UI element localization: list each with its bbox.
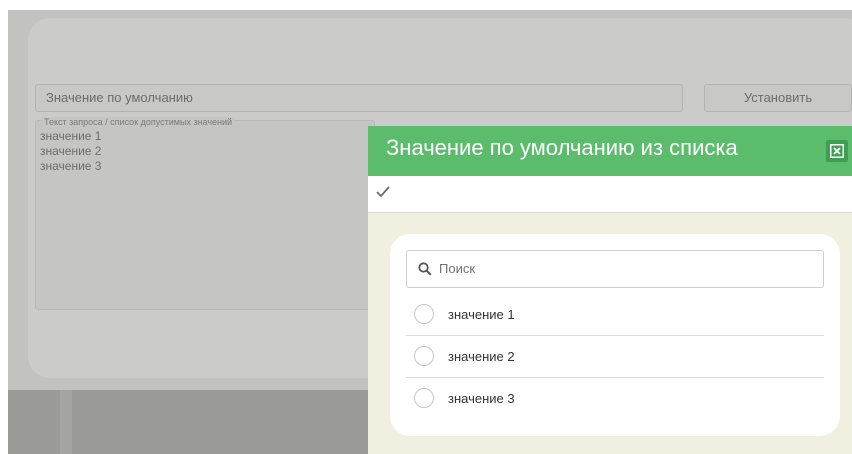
modal-title: Значение по умолчанию из списка — [386, 135, 738, 160]
radio-button[interactable] — [414, 346, 434, 366]
query-legend: Текст запроса / список допустимых значен… — [42, 117, 235, 127]
option-label: значение 1 — [448, 307, 515, 322]
list-item[interactable]: значение 3 — [406, 378, 824, 420]
modal-toolbar — [368, 176, 852, 213]
search-input[interactable]: Поиск — [406, 250, 824, 288]
close-icon — [830, 144, 844, 158]
query-textarea[interactable]: Текст запроса / список допустимых значен… — [35, 117, 375, 310]
modal-header: Значение по умолчанию из списка — [368, 126, 852, 176]
check-icon[interactable] — [376, 186, 390, 198]
search-icon — [418, 262, 432, 276]
set-button[interactable]: Установить — [704, 84, 852, 112]
radio-button[interactable] — [414, 304, 434, 324]
bottom-divider — [60, 390, 72, 454]
default-value-input[interactable]: Значение по умолчанию — [35, 84, 683, 112]
query-line: значение 2 — [40, 144, 102, 158]
query-line: значение 3 — [40, 159, 102, 173]
radio-button[interactable] — [414, 388, 434, 408]
list-item[interactable]: значение 1 — [406, 294, 824, 336]
option-list-card: Поиск значение 1 значение 2 значение 3 — [390, 234, 840, 436]
query-line: значение 1 — [40, 129, 102, 143]
close-button[interactable] — [826, 140, 848, 162]
list-item[interactable]: значение 2 — [406, 336, 824, 378]
default-value-modal: Значение по умолчанию из списка Поиск зн… — [368, 126, 852, 454]
option-label: значение 3 — [448, 391, 515, 406]
search-placeholder: Поиск — [439, 261, 476, 276]
query-lines: значение 1 значение 2 значение 3 — [40, 129, 101, 174]
option-label: значение 2 — [448, 349, 515, 364]
